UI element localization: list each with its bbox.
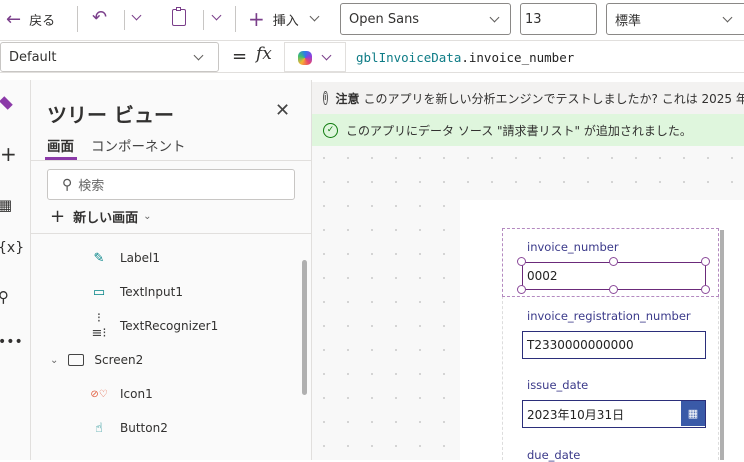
chevron-down-icon <box>321 50 332 61</box>
close-icon[interactable]: ✕ <box>275 100 290 121</box>
text-input-icon: ▭ <box>92 284 106 300</box>
chevron-down-icon <box>722 12 733 23</box>
tree-item-label: Screen2 <box>94 353 144 367</box>
resize-handle[interactable] <box>517 257 526 266</box>
tree-search-input[interactable]: ⚲ 検索 <box>47 169 295 200</box>
font-weight-value: 標準 <box>615 13 642 29</box>
chevron-down-icon <box>131 10 142 21</box>
search-placeholder: 検索 <box>78 179 105 194</box>
font-size-input[interactable]: 13 <box>520 3 597 35</box>
font-weight-select[interactable]: 標準 <box>606 3 744 35</box>
tab-components[interactable]: コンポーネント <box>91 135 186 155</box>
success-notice: ✓ このアプリにデータ ソース "請求書リスト" が追加されました。 <box>312 114 744 146</box>
tree-item-label: TextInput1 <box>120 285 183 299</box>
formula-input[interactable]: gblInvoiceData .invoice_number <box>346 42 744 72</box>
chevron-down-icon <box>193 50 204 61</box>
arrow-left-icon: ← <box>6 8 22 30</box>
issue-date-value: 2023年10月31日 <box>527 407 625 422</box>
insert-plus-icon[interactable]: + <box>0 142 17 166</box>
equals-sign: = <box>232 46 248 67</box>
info-text: このアプリを新しい分析エンジンでテストしましたか? これは 2025 年 <box>363 91 744 106</box>
info-icon: i <box>323 91 328 105</box>
screen-icon <box>68 354 85 366</box>
tree-item-label: Button2 <box>120 421 168 435</box>
success-text: このアプリにデータ ソース "請求書リスト" が追加されました。 <box>346 123 692 138</box>
tree-item-button2[interactable]: ☝ Button2 <box>90 418 168 438</box>
font-select[interactable]: Open Sans <box>340 3 511 35</box>
invoice-registration-number-input[interactable]: T2330000000000 <box>522 331 706 359</box>
registration-number-value: T2330000000000 <box>527 338 634 352</box>
tree-item-icon1[interactable]: ⊘♡ Icon1 <box>90 384 153 404</box>
new-screen-label: 新しい画面 <box>73 211 139 226</box>
font-size-value: 13 <box>525 11 542 27</box>
tree-scrollbar[interactable] <box>302 260 307 395</box>
chevron-down-icon <box>211 10 222 21</box>
info-bold: 注意 <box>335 91 360 106</box>
calendar-icon[interactable]: ▦ <box>681 401 705 426</box>
formula-variable: gblInvoiceData <box>356 49 462 65</box>
clipboard-icon <box>176 7 181 11</box>
search-icon: ⚲ <box>62 176 73 193</box>
chevron-down-icon: ⌄ <box>50 354 59 366</box>
undo-button[interactable]: ↶ <box>92 7 107 28</box>
back-label: 戻る <box>29 13 56 29</box>
field-label-invoice-registration-number: invoice_registration_number <box>527 309 691 323</box>
tree-item-label1[interactable]: ✎ Label1 <box>90 248 160 268</box>
copilot-icon <box>298 51 312 65</box>
new-screen-button[interactable]: + 新しい画面 ⌄ <box>50 206 152 227</box>
copilot-button[interactable] <box>284 42 346 72</box>
button-icon: ☝ <box>95 420 103 436</box>
tree-item-label: TextRecognizer1 <box>120 319 219 333</box>
info-notice: i 注意 このアプリを新しい分析エンジンでテストしましたか? これは 2025 年 <box>312 82 744 114</box>
insert-label: 挿入 <box>272 13 299 29</box>
invoice-number-value: 0002 <box>527 269 558 283</box>
chevron-down-icon: ⌄ <box>143 211 152 222</box>
resize-handle[interactable] <box>701 285 710 294</box>
issue-date-picker[interactable]: 2023年10月31日 ▦ <box>522 400 706 428</box>
icons-icon: ⊘♡ <box>90 388 108 400</box>
fx-icon: fx <box>256 44 272 64</box>
paste-button[interactable] <box>172 7 186 26</box>
data-table-icon[interactable]: ▦ <box>0 196 12 214</box>
text-recognizer-icon: ⁝≡⁝ <box>91 311 107 341</box>
resize-handle[interactable] <box>517 285 526 294</box>
undo-icon: ↶ <box>92 7 108 28</box>
resize-handle[interactable] <box>609 257 618 266</box>
property-select[interactable]: Default <box>0 42 219 72</box>
tree-item-screen2[interactable]: ⌄ Screen2 <box>50 350 143 370</box>
left-rail <box>0 80 31 460</box>
label-edit-icon: ✎ <box>93 250 105 266</box>
plus-icon: + <box>50 206 66 227</box>
tree-item-label: Label1 <box>120 251 161 265</box>
more-icon[interactable]: ••• <box>0 334 23 350</box>
chevron-down-icon <box>309 11 320 21</box>
insert-button[interactable]: + 挿入 <box>248 7 320 31</box>
font-value: Open Sans <box>349 11 420 27</box>
form-scrollbar[interactable] <box>720 230 724 460</box>
formula-property: .invoice_number <box>461 49 575 65</box>
resize-handle[interactable] <box>701 257 710 266</box>
tree-view-title: ツリー ビュー <box>47 103 174 127</box>
tab-screens[interactable]: 画面 <box>47 135 74 155</box>
property-value: Default <box>9 49 57 65</box>
tree-item-label: Icon1 <box>120 387 153 401</box>
paste-dropdown[interactable] <box>210 10 224 24</box>
search-icon[interactable]: ⚲ <box>0 288 9 306</box>
chevron-down-icon <box>489 12 500 23</box>
undo-dropdown[interactable] <box>130 10 144 24</box>
back-button[interactable]: ← 戻る <box>6 8 55 30</box>
variables-icon[interactable]: {x} <box>0 240 24 256</box>
resize-handle[interactable] <box>609 285 618 294</box>
tree-item-textrecognizer1[interactable]: ⁝≡⁝ TextRecognizer1 <box>90 311 219 341</box>
field-label-issue-date: issue_date <box>527 378 589 392</box>
check-circle-icon: ✓ <box>323 122 338 138</box>
tree-item-textinput1[interactable]: ▭ TextInput1 <box>90 282 183 302</box>
plus-icon: + <box>248 7 265 31</box>
field-label-invoice-number: invoice_number <box>527 240 619 254</box>
